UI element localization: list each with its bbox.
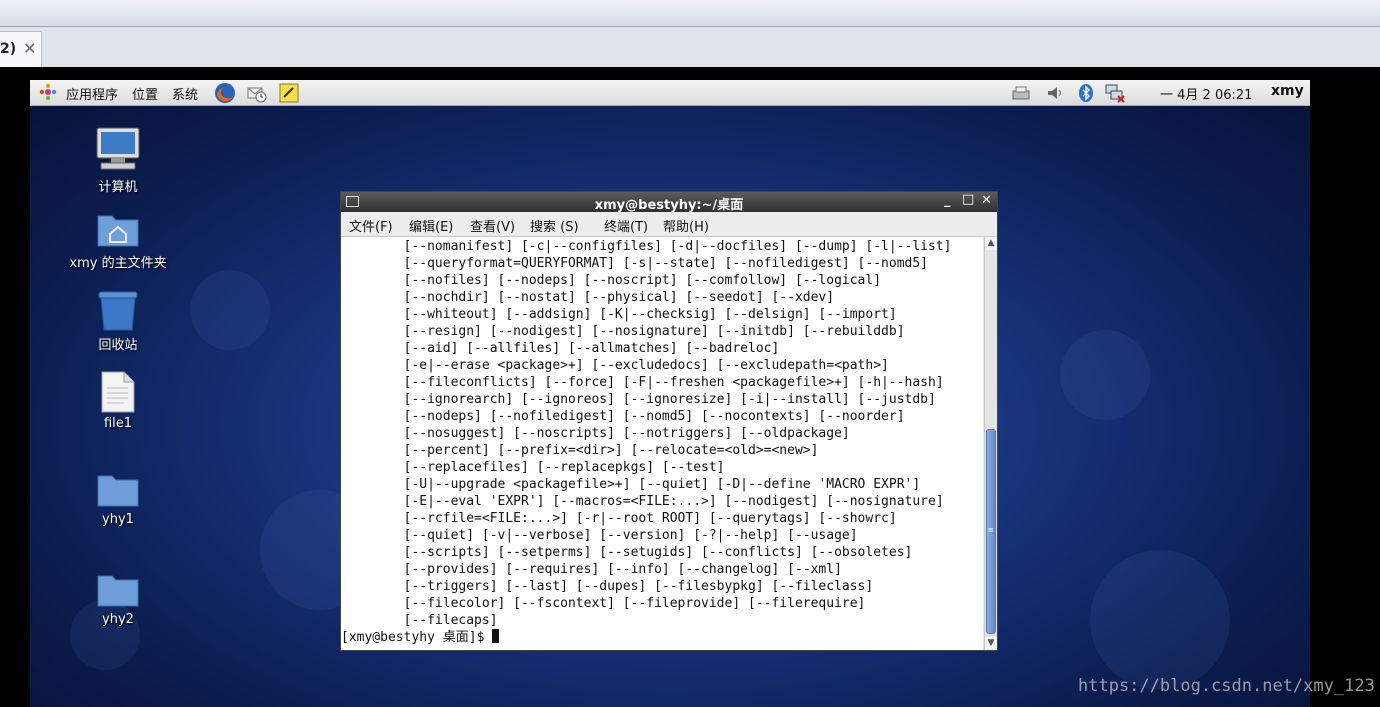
- menu-help[interactable]: 帮助(H): [663, 216, 709, 235]
- terminal-output[interactable]: [--nomanifest] [-c|--configfiles] [-d|--…: [341, 237, 983, 650]
- network-printer-icon[interactable]: [1011, 83, 1031, 103]
- maximize-icon[interactable]: □: [962, 192, 974, 207]
- watermark: https://blog.csdn.net/xmy_123: [1078, 676, 1375, 696]
- terminal-line: [--whiteout] [--addsign] [-K|--checksig]…: [341, 307, 897, 322]
- terminal-line: [--fileconflicts] [--force] [-F|--freshe…: [341, 375, 944, 390]
- host-tab[interactable]: 2) ✕: [0, 31, 42, 67]
- terminal-line: [--nomanifest] [-c|--configfiles] [-d|--…: [341, 239, 952, 254]
- terminal-line: [-E|--eval 'EXPR'] [--macros=<FILE:...>]…: [341, 494, 944, 509]
- scroll-up-arrow-icon[interactable]: ▲: [985, 237, 997, 250]
- network-disconnected-icon[interactable]: [1105, 83, 1125, 103]
- terminal-line: [--queryformat=QUERYFORMAT] [-s|--state]…: [341, 256, 928, 271]
- firefox-icon[interactable]: [214, 82, 236, 104]
- menu-terminal[interactable]: 终端(T): [604, 216, 648, 235]
- background-orb: [1090, 550, 1230, 690]
- terminal-menu-bar: 文件(F) 编辑(E) 查看(V) 搜索 (S) 终端(T) 帮助(H): [341, 212, 997, 237]
- terminal-line: [--scripts] [--setperms] [--setugids] [-…: [341, 545, 913, 560]
- menu-view[interactable]: 查看(V): [470, 216, 515, 235]
- menu-system[interactable]: 系统: [172, 84, 198, 103]
- window-title: xmy@bestyhy:~/桌面: [594, 198, 744, 213]
- background-orb: [1060, 330, 1150, 420]
- guest-desktop: 应用程序 位置 系统 一 4月 2 06:21 xmy 计算机 xmy 的主文件…: [30, 80, 1310, 707]
- user-menu[interactable]: xmy: [1271, 83, 1304, 99]
- terminal-title-bar[interactable]: xmy@bestyhy:~/桌面 _ □ ✕: [341, 192, 997, 213]
- computer-icon: [96, 127, 140, 170]
- menu-edit[interactable]: 编辑(E): [409, 216, 453, 235]
- terminal-line: [--resign] [--nodigest] [--nosignature] …: [341, 324, 905, 339]
- terminal-line: [--percent] [--prefix=<dir>] [--relocate…: [341, 443, 819, 458]
- file-icon: [101, 371, 135, 413]
- terminal-prompt: [xmy@bestyhy 桌面]$: [341, 630, 493, 645]
- terminal-scrollbar[interactable]: ▲ ≡ ▼: [984, 237, 997, 650]
- desktop-icon-yhy1[interactable]: yhy1: [58, 470, 178, 527]
- background-orb: [190, 270, 270, 350]
- terminal-line: [-e|--erase <package>+] [--excludedocs] …: [341, 358, 889, 373]
- terminal-line: [--triggers] [--last] [--dupes] [--files…: [341, 579, 874, 594]
- mail-clock-icon[interactable]: [246, 82, 268, 104]
- host-window-top-bar: [0, 0, 1380, 27]
- menu-places[interactable]: 位置: [132, 84, 158, 103]
- home-folder-icon: [97, 215, 139, 247]
- desktop-icon-trash[interactable]: 回收站: [58, 290, 178, 353]
- menu-applications[interactable]: 应用程序: [66, 84, 118, 103]
- close-icon[interactable]: ✕: [981, 193, 992, 208]
- desktop-icon-label: 回收站: [98, 338, 138, 353]
- terminal-line: [--provides] [--requires] [--info] [--ch…: [341, 562, 842, 577]
- menu-file[interactable]: 文件(F): [349, 216, 393, 235]
- terminal-prompt-line: [xmy@bestyhy 桌面]$: [341, 629, 500, 646]
- menu-search[interactable]: 搜索 (S): [530, 216, 579, 235]
- terminal-line: [--aid] [--allfiles] [--allmatches] [--b…: [341, 341, 780, 356]
- desktop-icon-home[interactable]: xmy 的主文件夹: [58, 210, 178, 271]
- folder-icon: [97, 575, 139, 607]
- terminal-line: [--nochdir] [--nostat] [--physical] [--s…: [341, 290, 835, 305]
- volume-icon[interactable]: [1045, 83, 1065, 103]
- desktop-icon-label: yhy1: [102, 512, 134, 527]
- bluetooth-icon[interactable]: [1076, 83, 1096, 103]
- terminal-line: [--filecaps]: [341, 613, 498, 628]
- desktop-icon-label: xmy 的主文件夹: [69, 256, 167, 271]
- terminal-window[interactable]: xmy@bestyhy:~/桌面 _ □ ✕ 文件(F) 编辑(E) 查看(V)…: [340, 191, 998, 651]
- gnome-foot-icon[interactable]: [39, 83, 57, 101]
- desktop-icon-label: 计算机: [98, 180, 138, 195]
- terminal-line: [--filecolor] [--fscontext] [--fileprovi…: [341, 596, 866, 611]
- host-tab-bar: 2) ✕: [0, 27, 1380, 67]
- scrollbar-thumb[interactable]: ≡: [986, 429, 996, 634]
- notes-icon[interactable]: [278, 82, 300, 104]
- terminal-line: [--quiet] [-v|--verbose] [--version] [-?…: [341, 528, 858, 543]
- terminal-line: [--nofiles] [--nodeps] [--noscript] [--c…: [341, 273, 882, 288]
- trash-icon: [98, 291, 138, 331]
- terminal-line: [--nodeps] [--nofiledigest] [--nomd5] [-…: [341, 409, 905, 424]
- desktop-icon-label: file1: [103, 416, 133, 431]
- host-tab-title: 2): [0, 41, 17, 57]
- text-cursor: [492, 629, 500, 643]
- terminal-line: [-U|--upgrade <packagefile>+] [--quiet] …: [341, 477, 921, 492]
- minimize-icon[interactable]: _: [944, 193, 951, 208]
- top-panel: 应用程序 位置 系统 一 4月 2 06:21 xmy: [30, 80, 1310, 106]
- desktop-icon-file1[interactable]: file1: [58, 370, 178, 431]
- folder-icon: [97, 475, 139, 507]
- desktop-icon-computer[interactable]: 计算机: [58, 126, 178, 195]
- close-icon[interactable]: ✕: [23, 39, 36, 58]
- terminal-line: [--ignorearch] [--ignoreos] [--ignoresiz…: [341, 392, 936, 407]
- desktop-icon-yhy2[interactable]: yhy2: [58, 570, 178, 627]
- clock[interactable]: 一 4月 2 06:21: [1160, 84, 1252, 103]
- terminal-line: [--rcfile=<FILE:...>] [-r|--root ROOT] […: [341, 511, 897, 526]
- terminal-line: [--nosuggest] [--noscripts] [--notrigger…: [341, 426, 850, 441]
- grip-icon: ≡: [988, 526, 994, 534]
- desktop-icon-label: yhy2: [102, 612, 134, 627]
- terminal-line: [--replacefiles] [--replacepkgs] [--test…: [341, 460, 725, 475]
- scroll-down-arrow-icon[interactable]: ▼: [985, 637, 997, 650]
